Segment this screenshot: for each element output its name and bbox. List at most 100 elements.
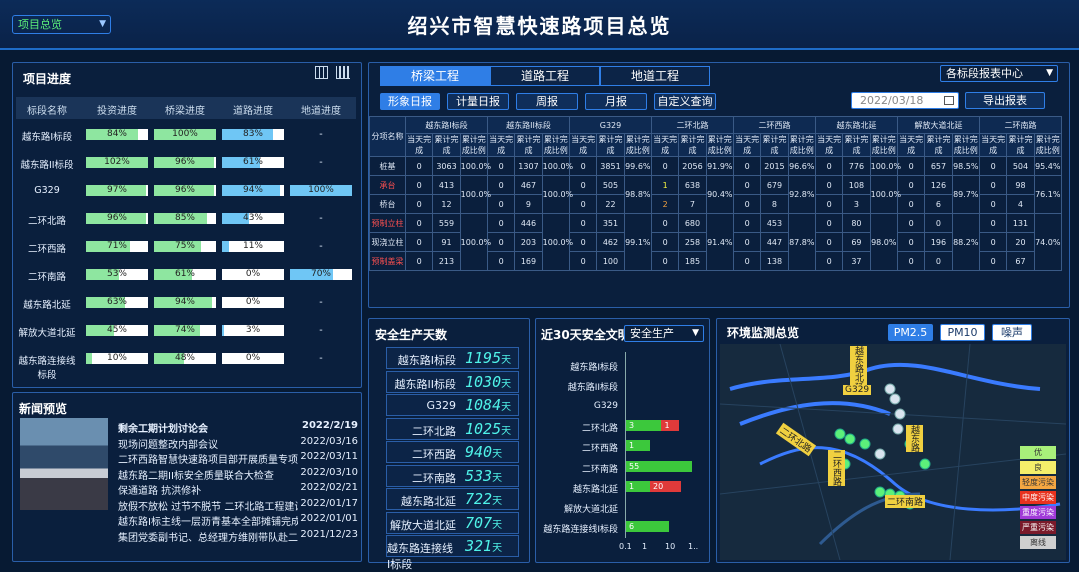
cell: 657 xyxy=(924,156,953,176)
progress-bar: 94% xyxy=(154,297,216,308)
safety-days-unit: 天 xyxy=(492,472,503,484)
news-item[interactable]: 集团党委副书记、总经理方维刚带队赴二环 2021/12/23 xyxy=(118,529,358,543)
safety-days: 1084天 xyxy=(465,396,511,414)
tab-tunnel[interactable]: 地道工程 xyxy=(600,66,710,86)
news-item[interactable]: 越东路二期II标安全质量联合大检查 2022/03/10 xyxy=(118,467,358,481)
tab-noise[interactable]: 噪声 xyxy=(992,324,1032,341)
bar-segment: 20 xyxy=(650,480,682,492)
bar-value: 3 xyxy=(629,420,635,430)
empty-cell: - xyxy=(319,297,323,308)
news-item[interactable]: 现场问题整改内部会议 2022/03/16 xyxy=(118,436,358,450)
progress-value: 100% xyxy=(172,129,198,139)
safety-label: 越东路I标段 xyxy=(397,354,456,367)
progress-table-header: 标段名称 投资进度 桥梁进度 道路进度 地道进度 xyxy=(16,97,356,119)
cell: 351 xyxy=(596,213,625,233)
cell: 100.0% xyxy=(459,156,491,176)
cell: 0 xyxy=(650,213,680,233)
row-name: 越东路连接线标段 xyxy=(18,356,76,381)
news-item[interactable]: 二环西路智慧快速路项目部开展质量专项检查 2022/03/11 xyxy=(118,451,358,465)
news-headline: 越东路I标主线一层沥青基本全部摊铺完成 xyxy=(118,517,298,527)
news-item[interactable]: 越东路I标主线一层沥青基本全部摊铺完成 2022/01/01 xyxy=(118,513,358,527)
news-headline: 现场问题整改内部会议 xyxy=(118,439,218,450)
legend-item: 严重污染 xyxy=(1020,521,1056,534)
export-button[interactable]: 导出报表 xyxy=(965,92,1045,109)
category-label: 解放大道北延 xyxy=(563,505,618,516)
tab-pm10[interactable]: PM10 xyxy=(940,324,985,341)
news-thumbnail xyxy=(20,418,108,510)
cell-merged: 99.1% xyxy=(623,213,652,271)
env-map[interactable] xyxy=(720,344,1066,560)
legend-item: 重度污染 xyxy=(1020,506,1056,519)
cell: 0 xyxy=(896,156,926,176)
category-label: 越东路北延 xyxy=(572,484,618,495)
cell: 203 xyxy=(514,232,543,252)
cell: 638 xyxy=(678,175,707,195)
btn-measure-daily[interactable]: 计量日报 xyxy=(447,93,509,110)
news-item[interactable]: 保通道路 抗洪修补 2022/02/21 xyxy=(118,482,358,496)
safety-days-value: 707 xyxy=(465,513,493,532)
cell: 0 xyxy=(404,232,434,252)
grid-icon[interactable] xyxy=(315,66,328,79)
bar-segment: 55 xyxy=(626,460,692,472)
progress-bar: 45% xyxy=(86,325,148,336)
btn-weekly[interactable]: 周报 xyxy=(516,93,578,110)
cell: 0 xyxy=(486,251,516,271)
btn-image-daily[interactable]: 形象日报 xyxy=(380,93,440,110)
section-header: 解放大道北延 xyxy=(896,116,980,134)
safety-row: 解放大道北延 707天 xyxy=(386,511,519,534)
category-label: 二环西路 xyxy=(581,444,618,455)
cell: 1 xyxy=(650,175,680,195)
progress-bar: 53% xyxy=(86,269,148,280)
section-header: 越东路I标段 xyxy=(405,116,488,134)
cell-merged: 100.0% xyxy=(459,213,491,271)
progress-value: 43% xyxy=(242,213,263,223)
btn-custom-query[interactable]: 自定义查询 xyxy=(654,93,716,110)
tab-pm25[interactable]: PM2.5 xyxy=(888,324,933,341)
cell-merged: 91.4% xyxy=(705,213,734,271)
safety-row: G329 1084天 xyxy=(386,394,519,416)
tab-road[interactable]: 道路工程 xyxy=(490,66,600,86)
cell-merged: 90.4% xyxy=(705,175,734,214)
report-center-select[interactable]: 各标段报表中心 ▼ xyxy=(940,65,1058,82)
date-input[interactable]: 2022/03/18 xyxy=(851,92,959,109)
tab-bridge[interactable]: 桥梁工程 xyxy=(380,66,490,86)
civ-select[interactable]: 安全生产 ▼ xyxy=(624,325,704,342)
cell: 413 xyxy=(432,175,461,195)
safety-days-unit: 天 xyxy=(492,449,503,460)
cell: 1307 xyxy=(514,156,543,176)
news-item[interactable]: 放假不放松 过节不脱节 二环北路工程建设 2022/01/17 xyxy=(118,498,358,512)
empty-cell: - xyxy=(319,353,323,364)
safety-label: 越东路北延 xyxy=(401,495,456,508)
sub-header: 累计完成比例 xyxy=(705,133,734,157)
news-item[interactable]: 剩余工期计划讨论会 2022/2/19 xyxy=(118,420,358,434)
bar-segment: 1 xyxy=(626,480,650,492)
cell: 0 xyxy=(814,232,844,252)
cell: 0 xyxy=(486,213,516,233)
cell: 213 xyxy=(432,251,461,271)
cell: 108 xyxy=(842,175,871,195)
item-name: 预制立柱 xyxy=(369,213,406,233)
cell: 0 xyxy=(896,175,926,195)
cell: 20 xyxy=(1006,232,1035,252)
safety-days-unit: 天 xyxy=(492,496,503,507)
news-date: 2022/01/01 xyxy=(300,513,358,524)
cell: 0 xyxy=(404,251,434,271)
cell: 0 xyxy=(650,156,680,176)
sub-header: 累计完成 xyxy=(924,133,953,157)
btn-monthly[interactable]: 月报 xyxy=(585,93,647,110)
cell: 4 xyxy=(1006,194,1035,214)
cell-merged: 76.1% xyxy=(1033,175,1062,214)
section-header: 二环南路 xyxy=(978,116,1062,134)
sub-header: 累计完成比例 xyxy=(951,133,980,157)
progress-bar: 61% xyxy=(154,269,216,280)
cell: 0 xyxy=(404,213,434,233)
progress-value: 85% xyxy=(174,213,195,223)
cell: 446 xyxy=(514,213,543,233)
bar-chart-icon[interactable] xyxy=(336,66,350,79)
sub-header: 当天完成 xyxy=(978,133,1008,157)
empty-cell: - xyxy=(319,157,323,168)
cell-merged: 74.0% xyxy=(1033,213,1062,271)
cell-merged: 89.7% xyxy=(951,175,980,214)
cell: 0 xyxy=(924,251,953,271)
progress-bar: 3% xyxy=(222,325,284,336)
